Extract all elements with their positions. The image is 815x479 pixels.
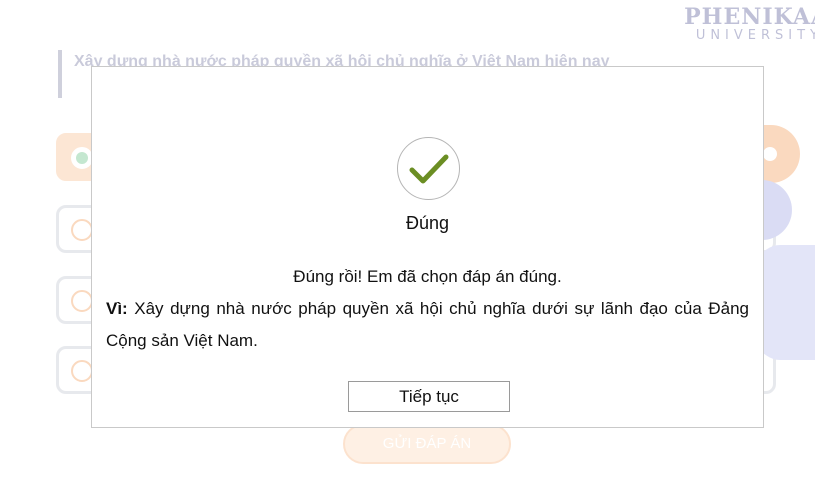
decorative-dot [763,147,777,161]
reason-label: Vì: [106,299,128,318]
submit-answer-button[interactable]: GỬI ĐÁP ÁN [343,424,511,464]
radio-icon[interactable] [71,219,93,241]
phenikaa-logo: PHENIKAA UNIVERSITY [645,4,815,43]
radio-icon[interactable] [71,147,93,169]
radio-icon[interactable] [71,290,93,312]
radio-icon[interactable] [71,360,93,382]
result-dialog: Đúng Đúng rồi! Em đã chọn đáp án đúng. V… [91,66,764,428]
check-icon [397,137,460,200]
continue-button[interactable]: Tiếp tục [348,381,510,412]
result-message: Đúng rồi! Em đã chọn đáp án đúng. [293,267,562,286]
result-status: Đúng [405,213,450,233]
reason-text: Xây dựng nhà nước pháp quyền xã hội chủ … [106,299,749,350]
result-explanation: Vì: Xây dựng nhà nước pháp quyền xã hội … [106,293,749,357]
check-mark [409,154,449,184]
logo-sub-text: UNIVERSITY [695,28,815,43]
logo-main-text: PHENIKAA [684,4,815,30]
